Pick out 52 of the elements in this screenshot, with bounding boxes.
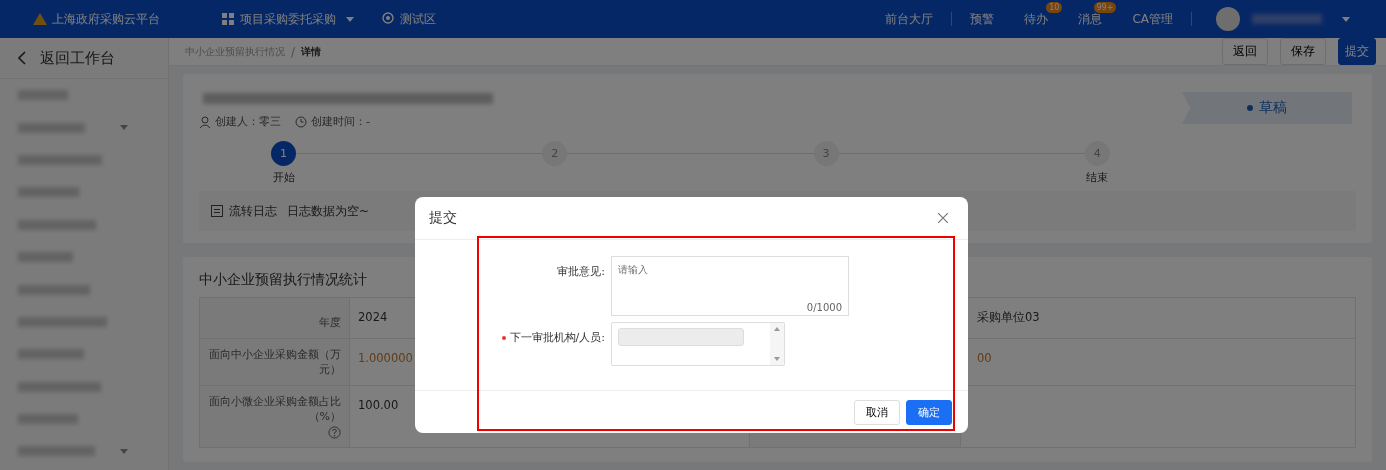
scroll-down-arrow-icon[interactable] [774,357,780,361]
back-chevron-icon[interactable] [18,51,26,65]
table-cell-text: 采购单位03 [976,309,1041,326]
back-to-workbench-link[interactable]: 返回工作台 [40,48,115,68]
char-counter: 0/1000 [806,302,842,313]
module-menu[interactable]: 项目采购委托采购 [240,10,336,28]
nav-link[interactable]: 消息 [1078,10,1103,28]
created-time-text: 创建时间：- [311,114,370,129]
location-pin-icon [382,12,394,26]
toolbar-button[interactable]: 保存 [1280,38,1326,65]
nav-link[interactable]: 待办 [1024,10,1049,28]
opinion-textarea[interactable]: 请输入 0/1000 [611,256,849,316]
nav-link[interactable]: CA管理 [1132,10,1173,28]
step-label: 结束 [1085,170,1110,185]
row-label-text: 年度 [319,315,341,330]
person-icon [199,115,211,128]
status-tag: 草稿 [1182,92,1352,124]
blurred-user-name [1252,14,1322,24]
step-label: 开始 [271,170,296,185]
avatar[interactable] [1216,7,1240,31]
nav-link[interactable]: 前台大厅 [885,10,934,28]
step-circle: 1 [271,141,296,166]
region-label: 测试区 [400,10,436,28]
platform-name[interactable]: 上海政府采购云平台 [52,10,160,28]
log-empty-text: 日志数据为空~ [287,202,370,220]
count-badge: 10 [1046,1,1063,13]
mountain-logo-icon [32,11,48,27]
field-label: 审批意见: [556,264,606,279]
count-badge: 99+ [1093,1,1117,13]
row-label-text: 面向中小企业采购金额（万元） [208,347,341,377]
caret-icon[interactable] [1342,16,1350,22]
row-label-text: 面向小微企业采购金额占比（%） [208,394,341,424]
table-cell-text: 00 [976,350,993,367]
scrollbar[interactable] [770,323,784,365]
section-title: 中小企业预留执行情况统计 [199,271,367,287]
grid-icon [222,13,234,25]
breadcrumb-separator: / [291,44,296,59]
toolbar-button[interactable]: 返回 [1222,38,1268,65]
log-title: 流转日志 [229,202,277,220]
clock-icon [295,115,307,128]
log-icon [211,205,223,217]
breadcrumb-current: 详情 [301,44,322,59]
dialog-button[interactable]: 取消 [854,399,900,425]
approver-select[interactable] [611,322,785,366]
caret-icon [346,16,354,22]
toolbar-button[interactable]: 提交 [1338,38,1376,65]
close-icon[interactable] [938,213,948,223]
scroll-up-arrow-icon[interactable] [774,327,780,331]
help-icon[interactable] [328,426,341,439]
dialog-button[interactable]: 确定 [906,399,952,425]
dialog-title: 提交 [429,209,457,227]
nav-link[interactable]: 预警 [970,10,995,28]
